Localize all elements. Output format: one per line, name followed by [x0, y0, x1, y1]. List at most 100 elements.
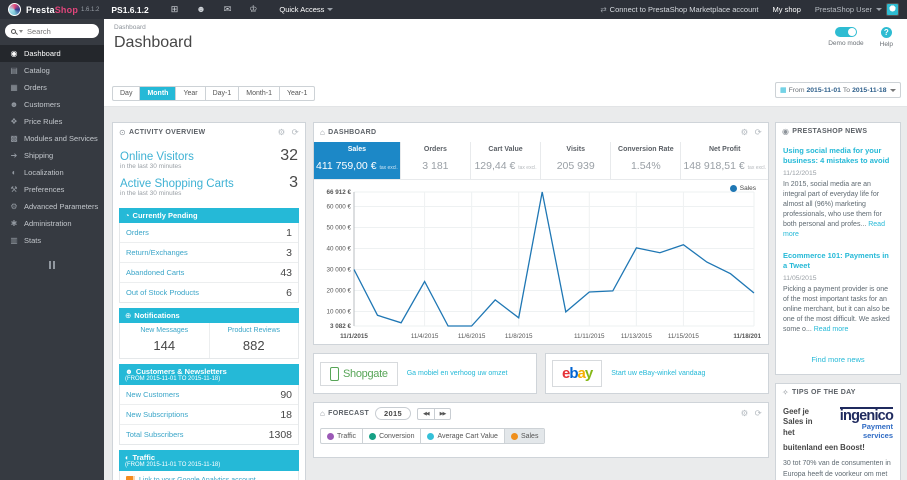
range-button-month-1[interactable]: Month-1 — [238, 87, 279, 100]
legend-label: Sales — [739, 185, 756, 192]
forecast-legend-conversion[interactable]: Conversion — [362, 429, 420, 443]
section-title: Traffic — [132, 453, 156, 462]
metric-tab-conversion-rate[interactable]: Conversion Rate 1.54% — [610, 142, 680, 179]
pending-row-abandoned-carts[interactable]: Abandoned Carts 43 — [120, 262, 298, 282]
marketplace-connect-label: Connect to PrestaShop Marketplace accoun… — [609, 5, 759, 14]
forecast-legend-sales[interactable]: Sales — [503, 429, 545, 443]
cart-icon[interactable]: ⊞ — [171, 4, 179, 15]
ingenico-logo[interactable]: ingenico Payment services — [819, 406, 894, 441]
active-carts-link[interactable]: Active Shopping Carts — [120, 178, 234, 190]
refresh-icon[interactable]: ⟳ — [755, 408, 762, 419]
svg-text:3 082 €: 3 082 € — [330, 323, 352, 330]
range-button-day-1[interactable]: Day-1 — [204, 87, 239, 100]
forecast-next-button[interactable]: ▶▶ — [433, 408, 451, 419]
sidebar-item-price-rules[interactable]: ❖ Price Rules — [0, 113, 104, 130]
online-visitors-link[interactable]: Online Visitors — [120, 151, 194, 163]
sidebar-item-label: Customers — [24, 100, 61, 109]
date-range-picker[interactable]: ▦ From 2015-11-01 To 2015-11-18 — [775, 82, 901, 98]
svg-text:60 000 €: 60 000 € — [326, 204, 351, 211]
shop-name[interactable]: PS1.6.1.2 — [111, 5, 148, 15]
chevron-down-icon[interactable] — [19, 29, 23, 33]
sidebar-item-shipping[interactable]: ➔ Shipping — [0, 147, 104, 164]
bulb-icon: ✧ — [782, 387, 790, 397]
read-more-link[interactable]: Read more — [814, 326, 849, 333]
quick-access-menu[interactable]: Quick Access — [279, 5, 334, 14]
pending-row-out-of-stock[interactable]: Out of Stock Products 6 — [120, 282, 298, 302]
sidebar-item-localization[interactable]: ◐ Localization — [0, 164, 104, 181]
gear-icon[interactable]: ⚙ — [278, 127, 286, 138]
sidebar-search[interactable] — [5, 24, 99, 38]
brand-presta: Presta — [26, 4, 55, 15]
from-label: From — [788, 86, 805, 94]
sidebar-item-catalog[interactable]: ▤ Catalog — [0, 62, 104, 79]
metric-tab-cart-value[interactable]: Cart Value 129,44 € tax excl. — [469, 142, 540, 179]
range-button-month[interactable]: Month — [139, 87, 176, 100]
sidebar-item-orders[interactable]: ▦ Orders — [0, 79, 104, 96]
new-messages-cell[interactable]: New Messages 144 — [120, 323, 209, 358]
range-button-year-1[interactable]: Year-1 — [278, 87, 314, 100]
trophy-icon[interactable]: ♔ — [249, 4, 257, 15]
google-analytics-link-row[interactable]: Link to your Google Analytics account — [119, 471, 299, 480]
metric-tab-net-profit[interactable]: Net Profit 148 918,51 € tax excl. — [680, 142, 768, 179]
range-button-year[interactable]: Year — [175, 87, 204, 100]
sidebar-item-modules[interactable]: ▩ Modules and Services — [0, 130, 104, 147]
forecast-legend-traffic[interactable]: Traffic — [321, 429, 362, 443]
help-icon[interactable]: ? — [880, 27, 892, 38]
traffic-section: ◐ Traffic (FROM 2015-11-01 TO 2015-11-18) … — [119, 450, 299, 480]
shopgate-link[interactable]: Ga mobiel en verhoog uw omzet — [407, 370, 508, 377]
svg-text:66 912 €: 66 912 € — [326, 189, 351, 196]
pending-row-orders[interactable]: Orders 1 — [120, 223, 298, 242]
section-title: Currently Pending — [132, 211, 198, 220]
sidebar-item-preferences[interactable]: ⚒ Preferences — [0, 181, 104, 198]
product-reviews-cell[interactable]: Product Reviews 882 — [208, 323, 299, 358]
refresh-icon[interactable]: ⟳ — [292, 127, 299, 138]
breadcrumb[interactable]: Dashboard — [114, 24, 897, 31]
demo-mode-toggle[interactable] — [834, 27, 857, 37]
sidebar-item-label: Localization — [24, 168, 64, 177]
range-button-day[interactable]: Day — [113, 87, 139, 100]
customers-newsletters-section: ☻ Customers & Newsletters (FROM 2015-11-01… — [119, 364, 299, 445]
metric-tab-orders[interactable]: Orders 3 181 — [399, 142, 470, 179]
home-icon: ⌂ — [320, 128, 326, 137]
my-shop-link[interactable]: My shop — [773, 5, 801, 14]
svg-text:30 000 €: 30 000 € — [326, 266, 351, 273]
demo-mode-control: Demo mode — [828, 27, 864, 48]
find-more-news-link[interactable]: Find more news — [776, 349, 900, 374]
search-input[interactable] — [27, 26, 89, 36]
metric-tab-sales[interactable]: Sales 411 759,00 € tax excl. — [314, 142, 400, 179]
metric-tab-visits[interactable]: Visits 205 939 — [540, 142, 610, 179]
sidebar-item-customers[interactable]: ☻ Customers — [0, 96, 104, 113]
svg-text:11/11/2015: 11/11/2015 — [574, 333, 605, 340]
gear-icon[interactable]: ⚙ — [741, 408, 749, 419]
customers-row-new-customers[interactable]: New Customers 90 — [120, 385, 298, 404]
forecast-year[interactable]: 2015 — [375, 407, 411, 420]
shopgate-module-card[interactable]: Shopgate Ga mobiel en verhoog uw omzet — [313, 353, 537, 394]
sidebar-item-administration[interactable]: ✱ Administration — [0, 215, 104, 232]
chart-legend[interactable]: Sales — [729, 185, 756, 192]
svg-text:10 000 €: 10 000 € — [326, 308, 351, 315]
pending-row-returns[interactable]: Return/Exchanges 3 — [120, 242, 298, 262]
customers-row-new-subscriptions[interactable]: New Subscriptions 18 — [120, 404, 298, 424]
ebay-link[interactable]: Start uw eBay-winkel vandaag — [611, 370, 705, 377]
mail-icon[interactable]: ✉ — [224, 4, 232, 15]
sidebar-item-label: Orders — [24, 83, 47, 92]
customers-row-total-subscribers[interactable]: Total Subscribers 1308 — [120, 424, 298, 444]
sidebar-item-label: Advanced Parameters — [24, 202, 99, 211]
forecast-legend-average-cart-value[interactable]: Average Cart Value — [420, 429, 503, 443]
news-article-title[interactable]: Using social media for your business: 4 … — [783, 146, 893, 166]
gear-icon[interactable]: ⚙ — [741, 127, 749, 138]
link-icon: ⇄ — [600, 5, 607, 14]
brand-shop: Shop — [54, 4, 79, 15]
news-article-title[interactable]: Ecommerce 101: Payments in a Tweet — [783, 251, 893, 271]
dashboard-panel-title: DASHBOARD — [328, 129, 377, 136]
sidebar-item-dashboard[interactable]: ◉ Dashboard — [0, 45, 104, 62]
sidebar-item-stats[interactable]: ▥ Stats — [0, 232, 104, 249]
marketplace-connect-link[interactable]: ⇄ Connect to PrestaShop Marketplace accou… — [600, 5, 758, 14]
user-menu[interactable]: PrestaShop User — [815, 3, 899, 16]
profile-icon[interactable]: ☻ — [196, 4, 205, 15]
ebay-module-card[interactable]: ebay Start uw eBay-winkel vandaag — [545, 353, 769, 394]
sidebar-collapse-button[interactable] — [0, 261, 104, 271]
forecast-prev-button[interactable]: ◀◀ — [418, 409, 434, 419]
sidebar-item-advanced-parameters[interactable]: ⚙ Advanced Parameters — [0, 198, 104, 215]
refresh-icon[interactable]: ⟳ — [755, 127, 762, 138]
